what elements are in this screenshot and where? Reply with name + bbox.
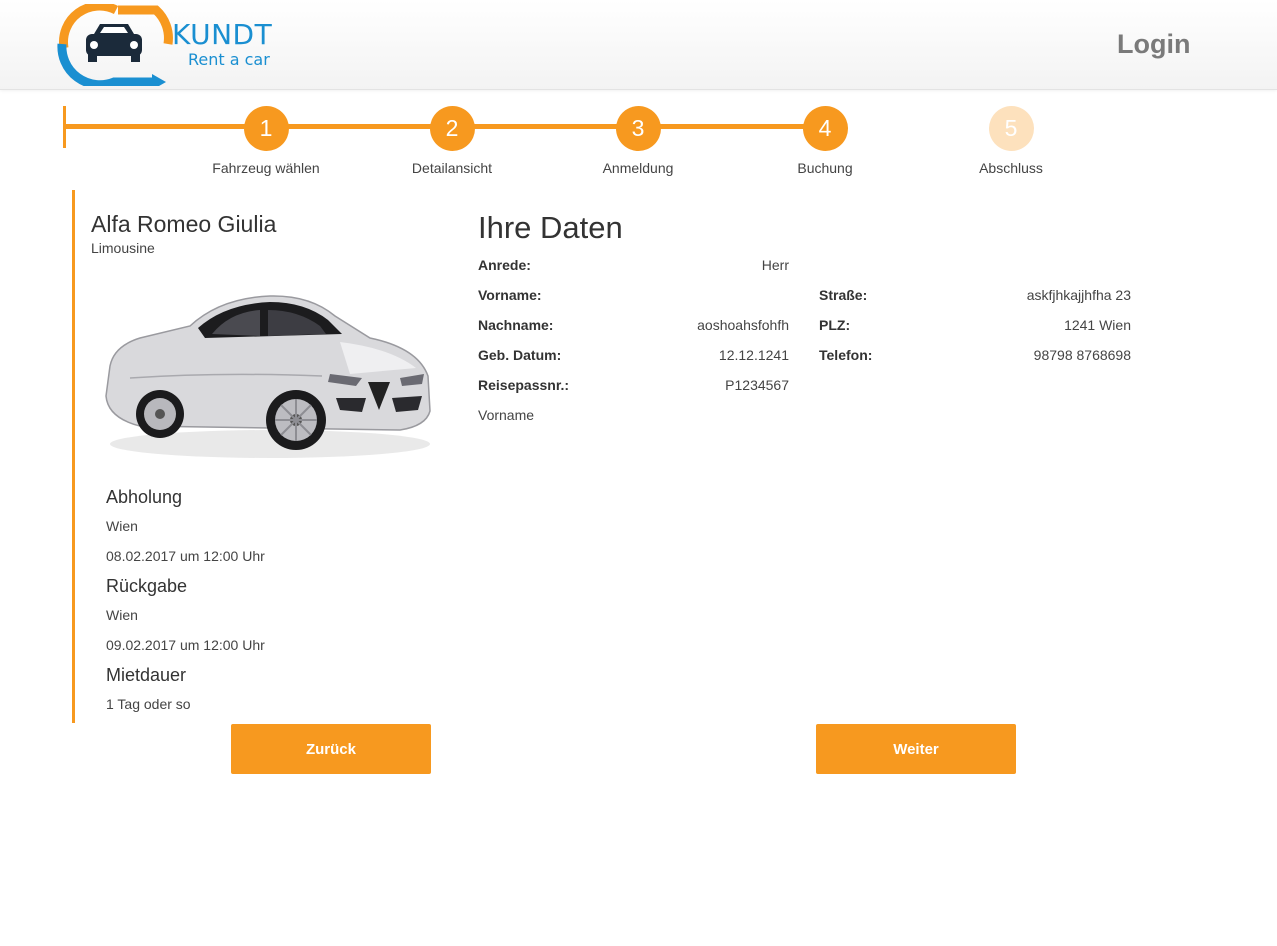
nachname-label: Nachname: <box>478 317 554 333</box>
kundt-logo[interactable]: KUNDT Rent a car <box>56 1 296 90</box>
step-2-label: Detailansicht <box>411 160 493 176</box>
zip-label: PLZ: <box>819 317 851 333</box>
user-data-title: Ihre Daten <box>478 210 623 245</box>
logo-emblem-icon <box>57 1 173 90</box>
header: KUNDT Rent a car Login <box>0 0 1277 90</box>
next-button[interactable]: Weiter <box>816 724 1016 774</box>
duration-heading: Mietdauer <box>106 665 187 685</box>
duration-value: 1 Tag oder so <box>106 696 191 712</box>
step-2[interactable]: 2 Detailansicht <box>372 106 532 176</box>
step-4-label: Buchung <box>797 160 853 176</box>
return-location: Wien <box>106 607 138 623</box>
car-image <box>100 286 435 464</box>
pickup-location: Wien <box>106 518 138 534</box>
anrede-value: Herr <box>761 257 789 273</box>
step-4[interactable]: 4 Buchung <box>745 106 905 176</box>
phone-label: Telefon: <box>819 347 873 363</box>
phone-value: 98798 8768698 <box>1033 347 1131 363</box>
birthdate-label: Geb. Datum: <box>478 347 562 363</box>
anrede-label: Anrede: <box>478 257 531 273</box>
car-name: Alfa Romeo Giulia <box>91 211 277 237</box>
passport-value: P1234567 <box>725 377 789 393</box>
step-3-circle: 3 <box>615 106 661 151</box>
step-1[interactable]: 1 Fahrzeug wählen <box>186 106 346 176</box>
return-datetime: 09.02.2017 um 12:00 Uhr <box>106 637 265 653</box>
birthdate-value: 12.12.1241 <box>718 347 789 363</box>
step-1-label: Fahrzeug wählen <box>212 160 320 176</box>
zip-value: 1241 Wien <box>1064 317 1131 333</box>
step-5: 5 Abschluss <box>931 106 1091 176</box>
vorname-label: Vorname: <box>478 287 542 303</box>
logo-text-tagline: Rent a car <box>188 50 270 69</box>
step-5-circle: 5 <box>988 106 1034 151</box>
step-2-circle: 2 <box>429 106 475 151</box>
step-4-circle: 4 <box>802 106 848 151</box>
street-value: askfjhkajjhfha 23 <box>1026 287 1131 303</box>
logo-text-kundt: KUNDT <box>172 18 273 51</box>
back-button[interactable]: Zurück <box>231 724 431 774</box>
street-label: Straße: <box>819 287 868 303</box>
login-link[interactable]: Login <box>1117 29 1190 60</box>
step-1-circle: 1 <box>243 106 289 151</box>
summary-panel-border <box>72 190 75 723</box>
step-5-label: Abschluss <box>979 160 1043 176</box>
extra-vorname-text: Vorname <box>478 407 535 423</box>
passport-label: Reisepassnr.: <box>478 377 570 393</box>
pickup-heading: Abholung <box>106 487 183 507</box>
step-3-label: Anmeldung <box>602 160 674 176</box>
car-type: Limousine <box>91 240 155 256</box>
return-heading: Rückgabe <box>106 576 188 596</box>
nachname-value: aoshoahsfohfh <box>697 317 789 333</box>
step-3[interactable]: 3 Anmeldung <box>558 106 718 176</box>
pickup-datetime: 08.02.2017 um 12:00 Uhr <box>106 548 265 564</box>
